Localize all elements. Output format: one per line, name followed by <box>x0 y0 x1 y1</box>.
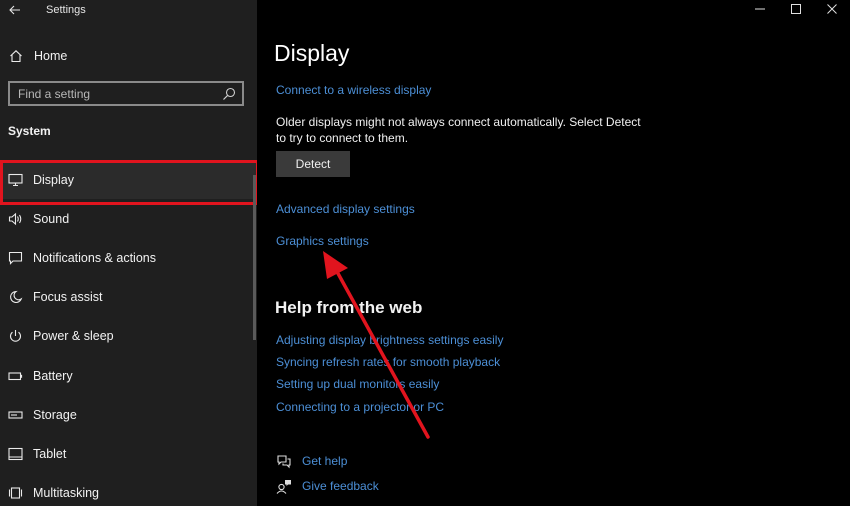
window-controls <box>742 0 850 18</box>
sidebar-item-focus-assist[interactable]: Focus assist <box>0 278 257 317</box>
power-icon <box>7 328 23 344</box>
moon-icon <box>7 289 23 305</box>
advanced-display-settings-link[interactable]: Advanced display settings <box>276 202 415 216</box>
notification-icon <box>7 250 23 266</box>
monitor-icon <box>7 172 23 188</box>
sidebar-item-display[interactable]: Display <box>0 160 259 206</box>
give-feedback-link[interactable]: Give feedback <box>276 478 379 494</box>
section-heading: System <box>8 124 51 138</box>
get-help-label: Get help <box>302 454 348 468</box>
tablet-icon <box>7 446 23 462</box>
help-link-refresh-rates[interactable]: Syncing refresh rates for smooth playbac… <box>276 355 500 369</box>
chat-help-icon <box>276 453 292 469</box>
graphics-settings-link[interactable]: Graphics settings <box>276 234 369 248</box>
close-button[interactable] <box>814 0 850 18</box>
multitasking-icon <box>7 485 23 501</box>
get-help-link[interactable]: Get help <box>276 453 347 469</box>
sidebar-item-label: Tablet <box>33 446 67 461</box>
sidebar-item-multitasking[interactable]: Multitasking <box>0 474 257 506</box>
sidebar-item-tablet[interactable]: Tablet <box>0 434 257 473</box>
sidebar-item-battery[interactable]: Battery <box>0 356 257 395</box>
back-arrow-icon <box>9 5 20 15</box>
help-link-dual-monitors[interactable]: Setting up dual monitors easily <box>276 377 439 391</box>
app-title: Settings <box>46 4 86 16</box>
home-label: Home <box>34 49 68 63</box>
detect-button[interactable]: Detect <box>276 151 350 177</box>
minimize-icon <box>755 8 765 10</box>
back-button[interactable] <box>0 0 30 20</box>
storage-icon <box>7 407 23 423</box>
page-title: Display <box>274 40 350 66</box>
search-icon[interactable] <box>222 87 236 101</box>
minimize-button[interactable] <box>742 0 778 18</box>
help-link-projector[interactable]: Connecting to a projector or PC <box>276 400 444 414</box>
sidebar-item-notifications[interactable]: Notifications & actions <box>0 238 257 277</box>
search-box[interactable] <box>8 81 244 106</box>
sidebar-item-power-sleep[interactable]: Power & sleep <box>0 317 257 356</box>
wireless-display-link[interactable]: Connect to a wireless display <box>276 83 431 97</box>
help-link-brightness[interactable]: Adjusting display brightness settings ea… <box>276 333 503 347</box>
sidebar: Settings Home System Display Sound <box>0 0 259 506</box>
sidebar-item-storage[interactable]: Storage <box>0 395 257 434</box>
maximize-button[interactable] <box>778 0 814 18</box>
sidebar-item-label: Display <box>33 172 74 187</box>
sidebar-scrollbar[interactable] <box>253 175 256 340</box>
sidebar-item-label: Notifications & actions <box>33 250 156 265</box>
battery-icon <box>7 368 23 384</box>
search-input[interactable] <box>18 86 222 101</box>
maximize-icon <box>791 4 801 14</box>
speaker-icon <box>7 211 23 227</box>
give-feedback-label: Give feedback <box>302 479 379 493</box>
home-icon <box>8 48 24 64</box>
close-icon <box>827 4 837 14</box>
sidebar-item-label: Power & sleep <box>33 329 114 344</box>
help-section-title: Help from the web <box>275 298 423 317</box>
home-nav-item[interactable]: Home <box>0 45 257 67</box>
sidebar-nav: Display Sound Notifications & actions Fo… <box>0 160 259 506</box>
main-pane: Display Connect to a wireless display Ol… <box>257 0 850 506</box>
sidebar-item-label: Storage <box>33 407 77 422</box>
title-bar: Settings <box>0 0 257 20</box>
sidebar-item-label: Sound <box>33 211 70 226</box>
feedback-person-icon <box>276 478 292 494</box>
sidebar-item-sound[interactable]: Sound <box>0 199 257 238</box>
sidebar-item-label: Battery <box>33 368 73 383</box>
sidebar-item-label: Multitasking <box>33 486 99 501</box>
sidebar-item-label: Focus assist <box>33 290 103 305</box>
detect-description: Older displays might not always connect … <box>276 115 641 145</box>
